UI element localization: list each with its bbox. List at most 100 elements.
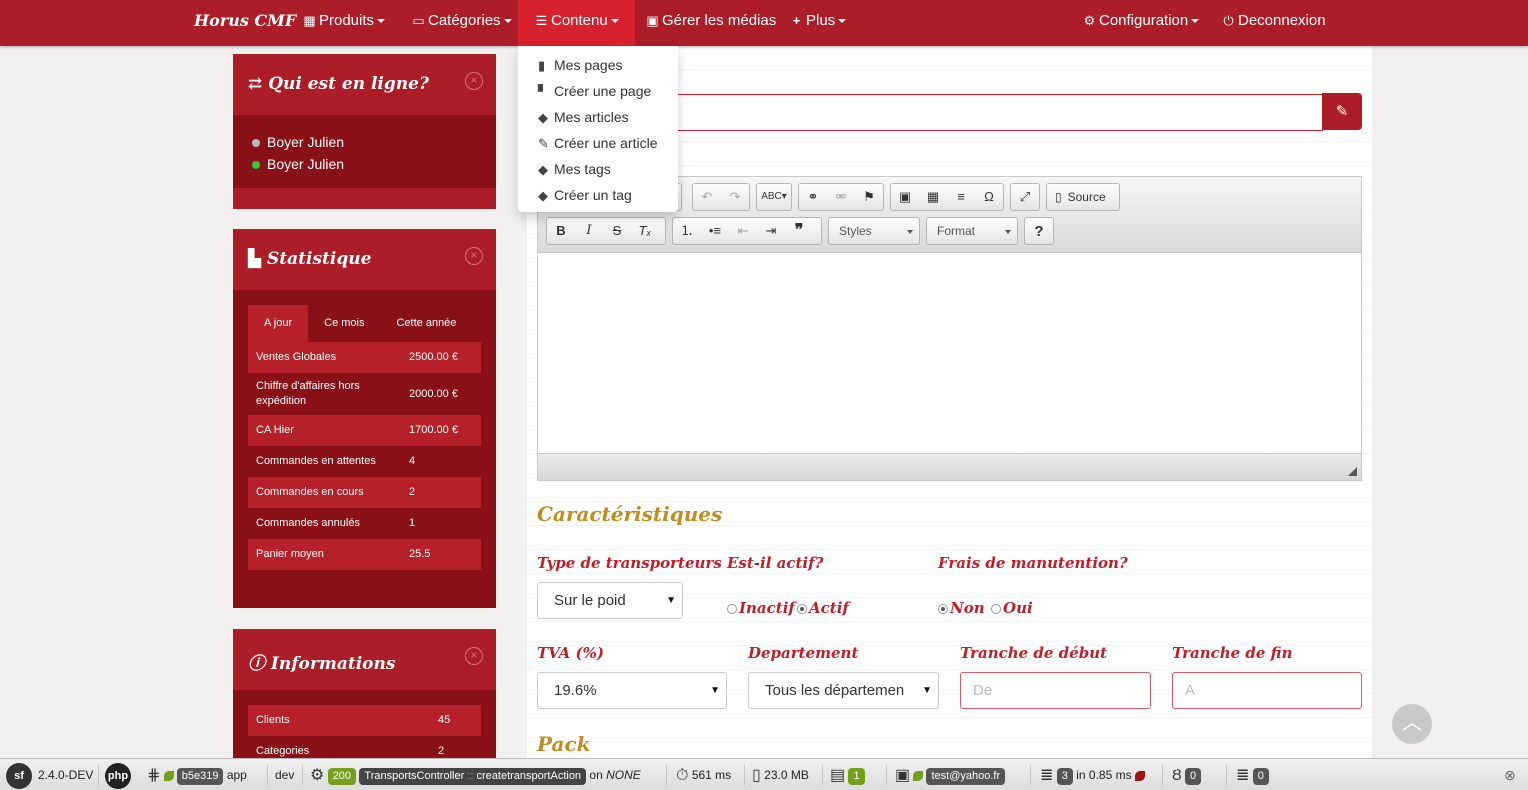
symfony-logo-icon[interactable]: sf <box>6 759 32 790</box>
title-input[interactable] <box>677 94 1323 131</box>
radio-oui[interactable]: Oui <box>991 599 1033 617</box>
editor-body[interactable] <box>538 253 1361 453</box>
clipboard-icon: ▤ <box>830 766 846 784</box>
top-navbar: Horus CMF ▦ Produits ▭ Catégories ☰ Contenu… <box>0 0 1528 46</box>
menu-item-creer-page[interactable]: ▘ Créer une page <box>518 78 678 104</box>
strike-icon[interactable]: S <box>603 218 631 244</box>
database-icon: ≣ <box>1040 766 1054 784</box>
redo-icon[interactable]: ↷ <box>721 184 749 210</box>
divider <box>302 765 303 785</box>
time-panel[interactable]: ⏱ 561 ms <box>676 759 731 790</box>
caret-down-icon <box>907 230 913 234</box>
close-icon[interactable]: × <box>465 647 483 665</box>
nav-produits[interactable]: ▦ Produits <box>302 0 386 46</box>
request-panel[interactable]: ⚙ 200 TransportsController :: createtran… <box>310 759 641 790</box>
tab-ce-mois[interactable]: Ce mois <box>308 305 380 342</box>
environment[interactable]: dev <box>275 759 294 790</box>
table-row: Clients 45 <box>248 705 481 736</box>
twig-panel[interactable]: Ȣ 0 <box>1172 759 1202 790</box>
panel-title: ▙ Statistique <box>248 249 372 269</box>
radio-icon <box>991 604 1001 614</box>
brand-logo[interactable]: Horus CMF <box>194 11 296 30</box>
close-icon[interactable]: × <box>465 247 483 265</box>
unlink-icon[interactable]: ⚮ <box>827 184 855 210</box>
indent-icon[interactable]: ⇥ <box>757 218 785 244</box>
editor-footer <box>538 453 1361 480</box>
nav-medias[interactable]: ▣ Gérer les médias <box>645 0 776 46</box>
scroll-top-button[interactable]: ︿ <box>1392 704 1432 744</box>
security-panel[interactable]: ▣ test@yahoo.fr <box>895 759 1006 790</box>
radio-non[interactable]: Non <box>938 599 985 617</box>
menu-item-mes-pages[interactable]: ▮ Mes pages <box>518 52 678 78</box>
stats-table: Ventes Globales 2500.00 € Chiffre d'affai… <box>248 342 481 570</box>
tranche-fin-input[interactable]: A <box>1172 672 1362 709</box>
tab-a-jour[interactable]: A jour <box>248 305 309 342</box>
editor-group-maximize: ⤢ <box>1010 183 1040 211</box>
blockquote-icon[interactable]: ❞ <box>785 218 813 244</box>
tranche-debut-input[interactable]: De <box>960 672 1151 709</box>
radio-inactif[interactable]: Inactif <box>727 599 795 617</box>
bullet-list-icon[interactable]: •≡ <box>701 218 729 244</box>
divider <box>744 765 745 785</box>
resize-grip-icon[interactable] <box>1348 467 1357 476</box>
panel-title: ⇄ Qui est en ligne? <box>248 74 429 94</box>
nav-contenu[interactable]: ☰ Contenu <box>518 0 635 46</box>
nav-plus[interactable]: + Plus <box>789 0 847 46</box>
caret-down-icon: ▼ <box>918 673 932 708</box>
departement-select[interactable]: Tous les départemen ▼ <box>748 672 939 709</box>
bold-icon[interactable]: B <box>547 218 575 244</box>
php-icon[interactable]: php <box>105 759 131 790</box>
remove-format-icon[interactable]: Tₓ <box>631 218 659 244</box>
nav-deconnexion[interactable]: ⏻ Deconnexion <box>1221 0 1325 46</box>
symfony-version[interactable]: 2.4.0-DEV <box>38 759 93 790</box>
close-toolbar-icon[interactable]: ⊗ <box>1504 759 1516 790</box>
numbered-list-icon[interactable]: ⒈ <box>673 218 701 244</box>
config-panel[interactable]: ⋕ b5e319 app <box>147 759 247 790</box>
format-select[interactable]: Format <box>926 217 1018 245</box>
tab-cette-annee[interactable]: Cette année <box>380 305 472 342</box>
link-icon[interactable]: ⚭ <box>799 184 827 210</box>
undo-icon[interactable]: ↶ <box>693 184 721 210</box>
table-icon[interactable]: ▦ <box>919 184 947 210</box>
anchor-flag-icon[interactable]: ⚑ <box>855 184 883 210</box>
cache-panel[interactable]: ≣ 0 <box>1236 759 1269 790</box>
leaf-icon <box>913 770 924 781</box>
special-char-icon[interactable]: Ω <box>975 184 1003 210</box>
menu-item-mes-articles[interactable]: ◆ Mes articles <box>518 104 678 130</box>
plus-icon: + <box>792 13 801 28</box>
source-icon: ▯ <box>1055 190 1062 204</box>
stats-tabs: A jour Ce mois Cette année <box>248 305 481 342</box>
nav-categories[interactable]: ▭ Catégories <box>411 0 512 46</box>
pencil-button[interactable]: ✎ <box>1322 93 1362 130</box>
picture-icon: ▣ <box>646 13 659 28</box>
help-button[interactable]: ? <box>1024 217 1054 245</box>
horizontal-rule-icon[interactable]: ≡ <box>947 184 975 210</box>
divider <box>1226 765 1227 785</box>
transporteur-select[interactable]: Sur le poid ▼ <box>537 582 683 619</box>
table-row: Categories 2 <box>256 745 445 757</box>
divider <box>1162 765 1163 785</box>
close-icon[interactable]: × <box>465 72 483 90</box>
styles-select[interactable]: Styles <box>828 217 920 245</box>
radio-actif[interactable]: Actif <box>797 599 849 617</box>
label-tranche-debut: Tranche de début <box>960 644 1108 662</box>
database-panel[interactable]: ≣ 3 in 0.85 ms <box>1040 759 1148 790</box>
label-tva: TVA (%) <box>537 644 604 662</box>
outdent-icon[interactable]: ⇤ <box>729 218 757 244</box>
source-button[interactable]: ▯ Source <box>1046 183 1120 211</box>
tva-select[interactable]: 19.6% ▼ <box>537 672 727 709</box>
menu-item-creer-article[interactable]: ✎ Créer une article <box>518 130 678 156</box>
image-icon[interactable]: ▣ <box>891 184 919 210</box>
logs-panel[interactable]: ▤ 1 <box>830 759 865 790</box>
spellcheck-icon[interactable]: ABC▾ <box>757 184 791 210</box>
editor-group-links: ⚭ ⚮ ⚑ <box>798 183 884 211</box>
italic-icon[interactable]: I <box>575 218 603 244</box>
nav-configuration[interactable]: ⚙ Configuration <box>1082 0 1200 46</box>
menu-item-creer-tag[interactable]: ◆ Créer un tag <box>518 182 678 208</box>
label-departement: Departement <box>748 644 859 662</box>
maximize-icon[interactable]: ⤢ <box>1011 184 1039 210</box>
menu-item-mes-tags[interactable]: ◆ Mes tags <box>518 156 678 182</box>
status-dot-icon <box>252 139 260 148</box>
panel-title: ⓘ Informations <box>248 654 396 674</box>
memory-panel[interactable]: ▯ 23.0 MB <box>752 759 809 790</box>
